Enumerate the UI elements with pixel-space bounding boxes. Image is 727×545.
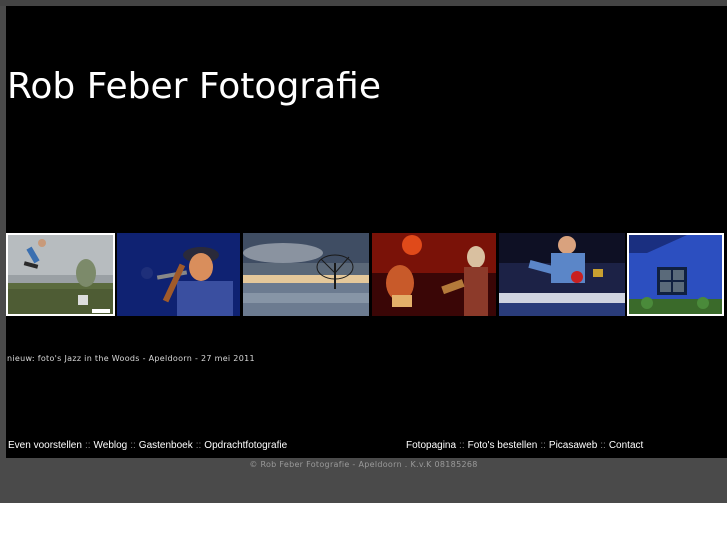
guitar-concert-photo[interactable] — [372, 233, 496, 316]
footer-copyright: © Rob Feber Fotografie - Apeldoorn . K.v… — [249, 460, 478, 469]
nav-separator: :: — [195, 440, 202, 451]
nav-link-weblog[interactable]: Weblog — [94, 440, 128, 451]
nav-link-picasaweb[interactable]: Picasaweb — [549, 440, 597, 451]
table-tennis-player-photo[interactable] — [499, 233, 625, 316]
blue-house-photo[interactable] — [627, 233, 724, 316]
nav-link-fotos-bestellen[interactable]: Foto's bestellen — [468, 440, 538, 451]
photo-strip — [6, 233, 727, 316]
nav-link-opdrachtfotografie[interactable]: Opdrachtfotografie — [204, 440, 287, 451]
main-panel: Rob Feber Fotografie nieuw: foto's Jazz … — [6, 6, 727, 458]
site-title: Rob Feber Fotografie — [7, 66, 381, 107]
singer-microphone-photo[interactable] — [117, 233, 240, 316]
nav-link-fotopagina[interactable]: Fotopagina — [406, 440, 456, 451]
nav-link-gastenboek[interactable]: Gastenboek — [139, 440, 193, 451]
flooded-landscape-tree-photo[interactable] — [243, 233, 369, 316]
nav-separator: :: — [540, 440, 546, 451]
skateboarder-photo[interactable] — [6, 233, 115, 316]
nav-separator: :: — [84, 440, 91, 451]
nav-right: Fotopagina:: Foto's bestellen:: Picasaweb:… — [406, 440, 643, 451]
nav-link-even-voorstellen[interactable]: Even voorstellen — [8, 440, 82, 451]
nav-link-contact[interactable]: Contact — [609, 440, 643, 451]
nav-left: Even voorstellen:: Weblog:: Gastenboek:: Op… — [8, 440, 287, 451]
news-announcement[interactable]: nieuw: foto's Jazz in the Woods - Apeldo… — [7, 354, 255, 363]
nav-separator: :: — [130, 440, 136, 451]
nav-separator: :: — [600, 440, 606, 451]
nav-separator: :: — [459, 440, 465, 451]
